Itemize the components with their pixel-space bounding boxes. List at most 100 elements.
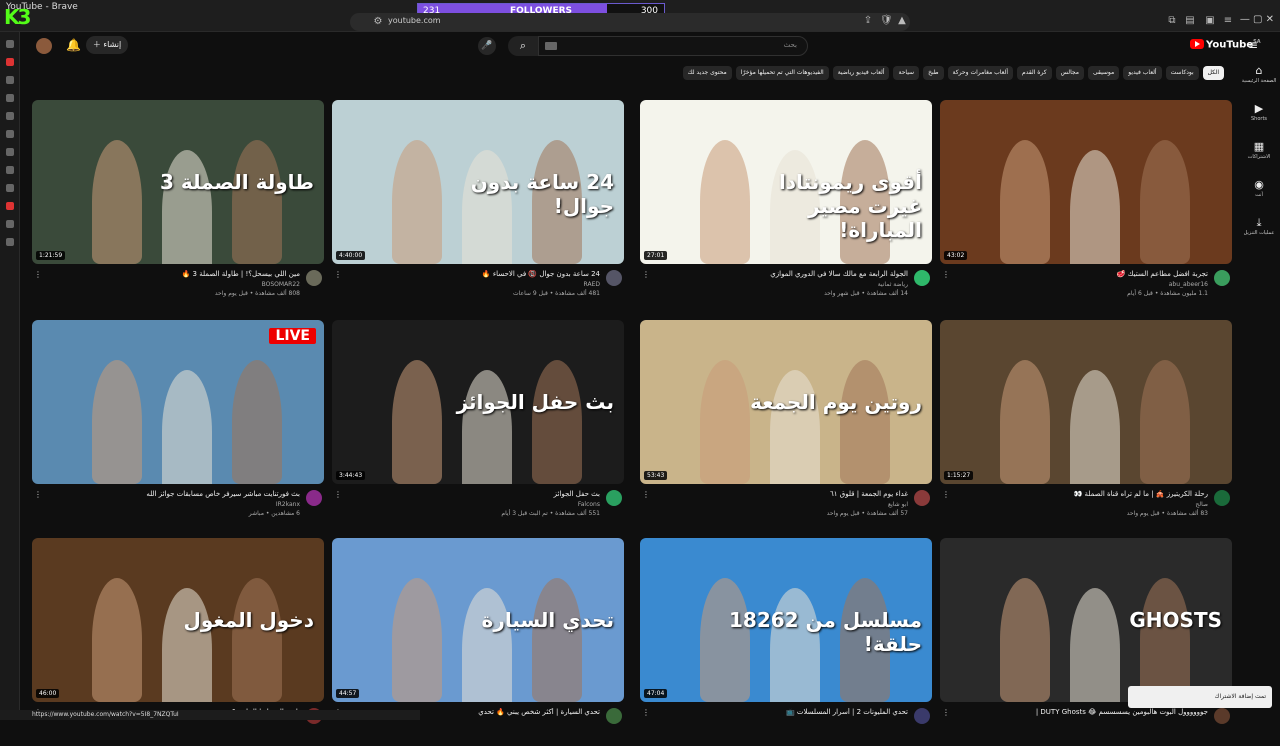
site-info-icon[interactable]: ⚙ (372, 16, 384, 28)
channel-name[interactable]: Falcons (578, 501, 600, 508)
video-title[interactable]: الجولة الرابعة مع مالك سالا في الدوري ال… (658, 270, 908, 278)
chip-9[interactable]: ألعاب فيديو رياضية (832, 66, 890, 80)
video-card[interactable]: روتين يوم الجمعة 53:43 غداء يوم الجمعة | ق… (640, 320, 932, 525)
chip-0[interactable]: الكل (1202, 66, 1224, 80)
channel-avatar[interactable] (306, 490, 322, 506)
video-thumbnail[interactable]: روتين يوم الجمعة 53:43 (640, 320, 932, 484)
more-actions-icon[interactable]: ⋮ (942, 270, 950, 279)
address-bar[interactable]: ⚙ youtube.com (350, 13, 910, 31)
video-thumbnail[interactable]: مسلسل من 18262 حلقة! 47:04 (640, 538, 932, 702)
nav-item-3[interactable]: ◉ أنت (1238, 178, 1280, 198)
video-title[interactable]: 24 ساعة بدون جوال 📵 في الاحساء 🔥 (350, 270, 600, 278)
more-actions-icon[interactable]: ⋮ (642, 708, 650, 717)
notifications-icon[interactable]: 🔔 (66, 38, 81, 52)
nav-item-0[interactable]: ⌂ الصفحة الرئيسية (1238, 64, 1280, 84)
channel-name[interactable]: BOSOMAR22 (262, 281, 300, 288)
video-card[interactable]: أقوى ريمونتادا غيرت مصير المباراة! 27:01 ا… (640, 100, 932, 305)
more-actions-icon[interactable]: ⋮ (334, 270, 342, 279)
video-card[interactable]: 43:02 تجربة افضل مطاعم الستيك 🥩 abu_abeer1… (940, 100, 1232, 305)
channel-avatar[interactable] (306, 270, 322, 286)
address-url[interactable]: youtube.com (388, 16, 441, 25)
chip-10[interactable]: الفيديوهات التي تم تحميلها مؤخرًا (735, 66, 829, 80)
extensions-icon[interactable]: ⧉ (1166, 15, 1178, 27)
video-title[interactable]: تحدي المليونات 2 | أسرار المسلسلات 📺 (658, 708, 908, 716)
chip-4[interactable]: مجالس (1055, 66, 1085, 80)
channel-avatar[interactable] (914, 708, 930, 724)
video-card[interactable]: بث حفل الجوائز 3:44:43 بث حفل الجوائز Falco… (332, 320, 624, 525)
brave-shield-icon[interactable]: 🛡 (880, 15, 893, 27)
add-site-icon[interactable] (6, 238, 14, 246)
pinned-site-icon[interactable] (6, 112, 14, 120)
pinned-site-icon[interactable] (6, 76, 14, 84)
channel-avatar[interactable] (1214, 708, 1230, 724)
video-card[interactable]: LIVE بث فورتنايت مباشر سيرفر خاص مسابقات … (32, 320, 324, 525)
chip-8[interactable]: سياحة (893, 66, 920, 80)
video-title[interactable]: جوووووول البوت هالبومين يسسسسم 😂 DUTY Gh… (958, 708, 1208, 716)
pinned-site-icon[interactable] (6, 148, 14, 156)
channel-avatar[interactable] (914, 490, 930, 506)
channel-name[interactable]: abu_abeer16 (1169, 281, 1208, 288)
wallet-icon[interactable]: ▣ (1204, 15, 1216, 27)
video-card[interactable]: 24 ساعة بدون جوال! 4:40:00 24 ساعة بدون جو… (332, 100, 624, 305)
guide-menu-icon[interactable]: ≡ (1248, 38, 1258, 52)
sidebar-panel-icon[interactable] (6, 40, 14, 48)
channel-name[interactable]: RAED (584, 281, 600, 288)
video-card[interactable]: مسلسل من 18262 حلقة! 47:04 تحدي المليونات … (640, 538, 932, 743)
more-actions-icon[interactable]: ⋮ (34, 490, 42, 499)
video-thumbnail[interactable]: أقوى ريمونتادا غيرت مصير المباراة! 27:01 (640, 100, 932, 264)
video-thumbnail[interactable]: طاولة الصملة 3 1:21:59 (32, 100, 324, 264)
chip-6[interactable]: ألعاب مغامرات وحركة (947, 66, 1013, 80)
video-title[interactable]: تجربة افضل مطاعم الستيك 🥩 (958, 270, 1208, 278)
video-thumbnail[interactable]: 1:15:27 (940, 320, 1232, 484)
nav-item-4[interactable]: ⤓ عمليات التنزيل (1238, 216, 1280, 236)
video-thumbnail[interactable]: LIVE (32, 320, 324, 484)
chip-7[interactable]: طبخ (923, 66, 944, 80)
more-actions-icon[interactable]: ⋮ (942, 490, 950, 499)
video-title[interactable]: رحلة الكريتيرز 🎪 | ما لم تراه قناة الصمل… (958, 490, 1208, 498)
pinned-site-icon[interactable] (6, 130, 14, 138)
video-title[interactable]: بث فورتنايت مباشر سيرفر خاص مسابقات جوائ… (50, 490, 300, 498)
video-thumbnail[interactable]: تحدي السيارة 44:57 (332, 538, 624, 702)
channel-avatar[interactable] (1214, 270, 1230, 286)
video-card[interactable]: 1:15:27 رحلة الكريتيرز 🎪 | ما لم تراه قنا… (940, 320, 1232, 525)
pinned-site-icon[interactable] (6, 184, 14, 192)
pinned-site-icon[interactable] (6, 166, 14, 174)
channel-avatar[interactable] (1214, 490, 1230, 506)
chip-5[interactable]: كرة القدم (1017, 66, 1052, 80)
channel-name[interactable]: ابو شايع (888, 501, 908, 508)
channel-avatar[interactable] (606, 490, 622, 506)
video-thumbnail[interactable]: 43:02 (940, 100, 1232, 264)
rewards-icon[interactable]: ▲ (896, 15, 908, 27)
video-card[interactable]: طاولة الصملة 3 1:21:59 مين اللي بيسحل؟! | … (32, 100, 324, 305)
video-thumbnail[interactable]: دخول المغول 46:00 (32, 538, 324, 702)
sidebar-toggle-icon[interactable]: ▤ (1184, 15, 1196, 27)
channel-name[interactable]: رياضة ثمانية (878, 281, 908, 288)
search-input[interactable]: بحث (538, 36, 808, 56)
pinned-site-icon[interactable] (6, 202, 14, 210)
voice-search-icon[interactable]: 🎤 (478, 37, 496, 55)
more-actions-icon[interactable]: ⋮ (942, 708, 950, 717)
video-title[interactable]: مين اللي بيسحل؟! | طاولة الصملة 3 🔥 (50, 270, 300, 278)
video-title[interactable]: بث حفل الجوائز (350, 490, 600, 498)
video-card[interactable]: GHOSTS جوووووول البوت هالبومين يسسسسم 😂 D… (940, 538, 1232, 743)
more-actions-icon[interactable]: ⋮ (334, 490, 342, 499)
chip-3[interactable]: موسيقى (1088, 66, 1120, 80)
more-actions-icon[interactable]: ⋮ (34, 270, 42, 279)
video-thumbnail[interactable]: GHOSTS (940, 538, 1232, 702)
create-button[interactable]: ＋ إنشاء (86, 36, 128, 54)
video-thumbnail[interactable]: 24 ساعة بدون جوال! 4:40:00 (332, 100, 624, 264)
channel-name[interactable]: صالح (1195, 501, 1208, 508)
more-actions-icon[interactable]: ⋮ (642, 270, 650, 279)
pinned-site-icon[interactable] (6, 220, 14, 228)
nav-item-1[interactable]: ▶ Shorts (1238, 102, 1280, 122)
pinned-site-icon[interactable] (6, 94, 14, 102)
channel-name[interactable]: IR2kanx (276, 501, 300, 508)
chip-1[interactable]: بودكاست (1165, 66, 1199, 80)
more-actions-icon[interactable]: ⋮ (642, 490, 650, 499)
chip-2[interactable]: ألعاب فيديو (1123, 66, 1162, 80)
share-icon[interactable]: ⇪ (862, 15, 874, 27)
video-title[interactable]: غداء يوم الجمعة | قلوق ٦١ (658, 490, 908, 498)
channel-avatar[interactable] (606, 708, 622, 724)
video-thumbnail[interactable]: بث حفل الجوائز 3:44:43 (332, 320, 624, 484)
keyboard-icon[interactable] (545, 42, 557, 50)
